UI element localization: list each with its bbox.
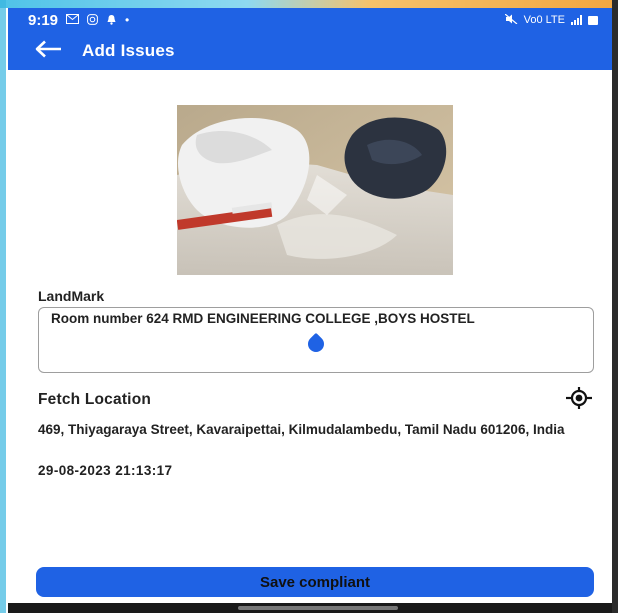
- fetch-location-row: Fetch Location: [38, 386, 594, 414]
- issue-photo: [177, 105, 453, 275]
- notification-icon: [106, 14, 117, 27]
- gps-target-icon: [566, 386, 592, 414]
- page-title: Add Issues: [82, 41, 175, 60]
- fetch-location-label: Fetch Location: [38, 391, 152, 408]
- instagram-icon: [87, 13, 98, 27]
- decorative-border-right: [612, 0, 618, 613]
- arrow-left-icon: [34, 40, 62, 63]
- fetch-location-button[interactable]: [564, 386, 594, 414]
- decorative-border-top: [0, 0, 618, 8]
- mail-icon: [66, 14, 80, 26]
- decorative-border-left: [0, 0, 6, 613]
- save-button-label: Save compliant: [259, 573, 371, 591]
- status-bar: 9:19 • Vo0 LTE: [8, 8, 612, 32]
- signal-icon: [571, 15, 582, 25]
- mute-icon: [504, 13, 518, 26]
- system-nav-bar: [8, 603, 612, 613]
- save-complaint-button[interactable]: Save compliant: [36, 567, 594, 597]
- issue-timestamp: 29-08-2023 21:13:17: [38, 463, 173, 478]
- volte-label: Vo0 LTE: [523, 14, 565, 26]
- phone-screen: 9:19 • Vo0 LTE Add Issues LandMark Room …: [8, 8, 612, 613]
- landmark-label: LandMark: [38, 288, 105, 304]
- status-time: 9:19: [28, 11, 59, 29]
- back-button[interactable]: [34, 36, 70, 66]
- battery-icon: [588, 15, 598, 25]
- app-bar: Add Issues: [8, 32, 612, 70]
- location-address: 469, Thiyagaraya Street, Kavaraipettai, …: [38, 422, 565, 437]
- home-gesture-pill[interactable]: [238, 606, 398, 610]
- dot-icon: •: [125, 13, 130, 27]
- landmark-value: Room number 624 RMD ENGINEERING COLLEGE …: [51, 311, 475, 326]
